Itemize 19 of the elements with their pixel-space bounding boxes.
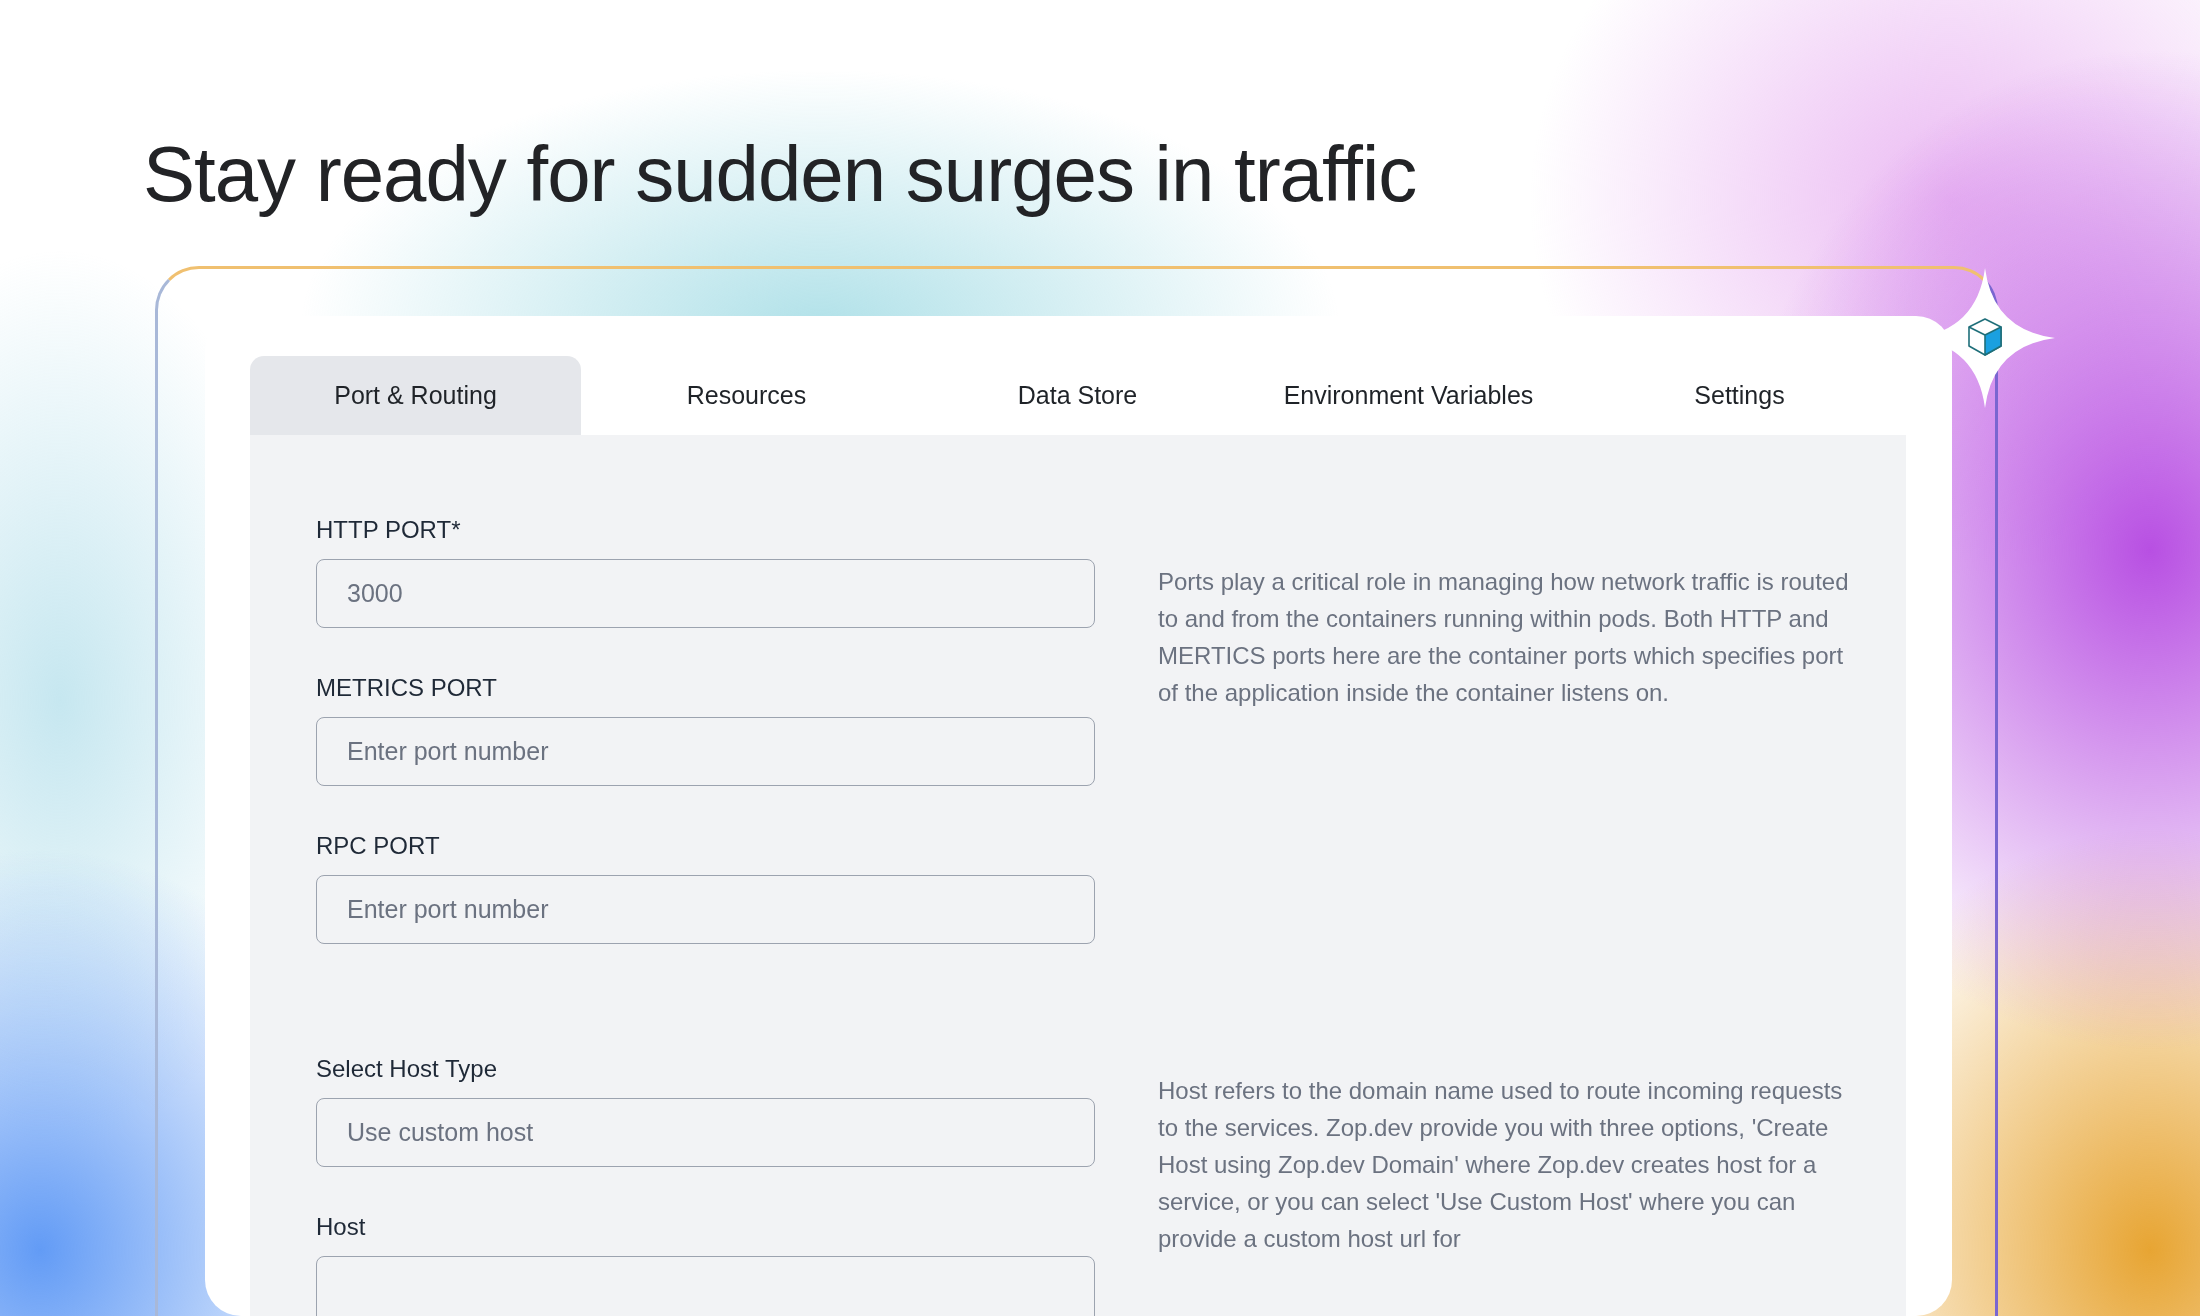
input-field[interactable]: 3000 <box>316 559 1095 628</box>
tab[interactable]: Data Store <box>912 356 1243 435</box>
input-field[interactable]: Enter port number <box>316 875 1095 944</box>
tab[interactable]: Settings <box>1574 356 1905 435</box>
field-label: Host <box>316 1212 367 1242</box>
tab[interactable]: Environment Variables <box>1243 356 1574 435</box>
description-text: Ports play a critical role in managing how network traffic is routed to and from the containers running within pods. Both HTTP and MERTICS ports here are the container ports which specifies port of the application inside the container listens on. <box>1158 567 1850 708</box>
field-label: RPC PORT <box>316 831 441 861</box>
input-field[interactable] <box>316 1256 1095 1316</box>
tab[interactable]: Resources <box>581 356 912 435</box>
input-field[interactable]: Use custom host <box>316 1098 1095 1167</box>
tab[interactable]: Port & Routing <box>250 356 581 435</box>
input-field[interactable]: Enter port number <box>316 717 1095 786</box>
field-label: HTTP PORT* <box>316 515 462 545</box>
description-text: Host refers to the domain name used to route incoming requests to the services. Zop.dev provide you with three options, 'Create Host using Zop.dev Domain' where Zop.dev creates host for a service, or you can select 'Use Custom Host' where you can provide a custom host url for <box>1158 1076 1844 1254</box>
headline: Stay ready for sudden surges in traffic <box>142 129 1418 220</box>
field-label: METRICS PORT <box>316 673 498 703</box>
field-label: Select Host Type <box>316 1054 498 1084</box>
cube-icon <box>1967 318 2003 356</box>
